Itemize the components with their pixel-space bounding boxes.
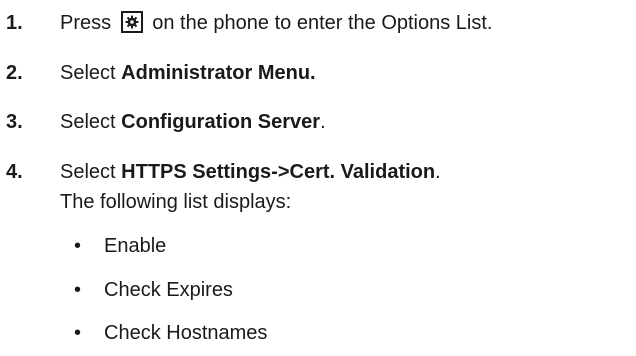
step-text-after-icon: on the phone to enter the Options List. — [152, 12, 493, 34]
menu-name: HTTPS Settings->Cert. Validation — [121, 161, 436, 183]
menu-name: Configuration Server — [121, 111, 321, 133]
step-text: Select Administrator Menu. — [60, 61, 316, 85]
list-item-label: Check Expires — [104, 279, 233, 301]
step-text: Select Configuration Server. — [60, 110, 326, 134]
list-item-label: Check Hostnames — [104, 322, 268, 344]
bullet-icon: • — [74, 279, 82, 301]
step-suffix: . — [435, 161, 441, 183]
list-item-label: Enable — [104, 235, 167, 257]
step-suffix: . — [320, 111, 326, 133]
bullet-icon: • — [74, 235, 82, 257]
step-text: Press on the phone to enter the Options … — [60, 11, 492, 35]
menu-name: Administrator Menu. — [121, 62, 316, 84]
step-number: 1. — [6, 12, 23, 34]
step-number: 3. — [6, 111, 23, 133]
step-text: Select HTTPS Settings->Cert. Validation. — [60, 160, 441, 184]
gear-icon — [120, 11, 143, 33]
step-number: 2. — [6, 62, 23, 84]
step-prefix: Select — [60, 161, 122, 183]
step-prefix: Select — [60, 62, 122, 84]
step-text-before-icon: Press — [60, 12, 112, 34]
procedure-document: 1. Press on the phone to enter the Optio… — [0, 0, 636, 356]
gear-icon-glyph — [125, 15, 139, 29]
step-prefix: Select — [60, 111, 122, 133]
step-continuation-text: The following list displays: — [60, 191, 292, 213]
bullet-icon: • — [74, 322, 82, 344]
step-number: 4. — [6, 161, 23, 183]
